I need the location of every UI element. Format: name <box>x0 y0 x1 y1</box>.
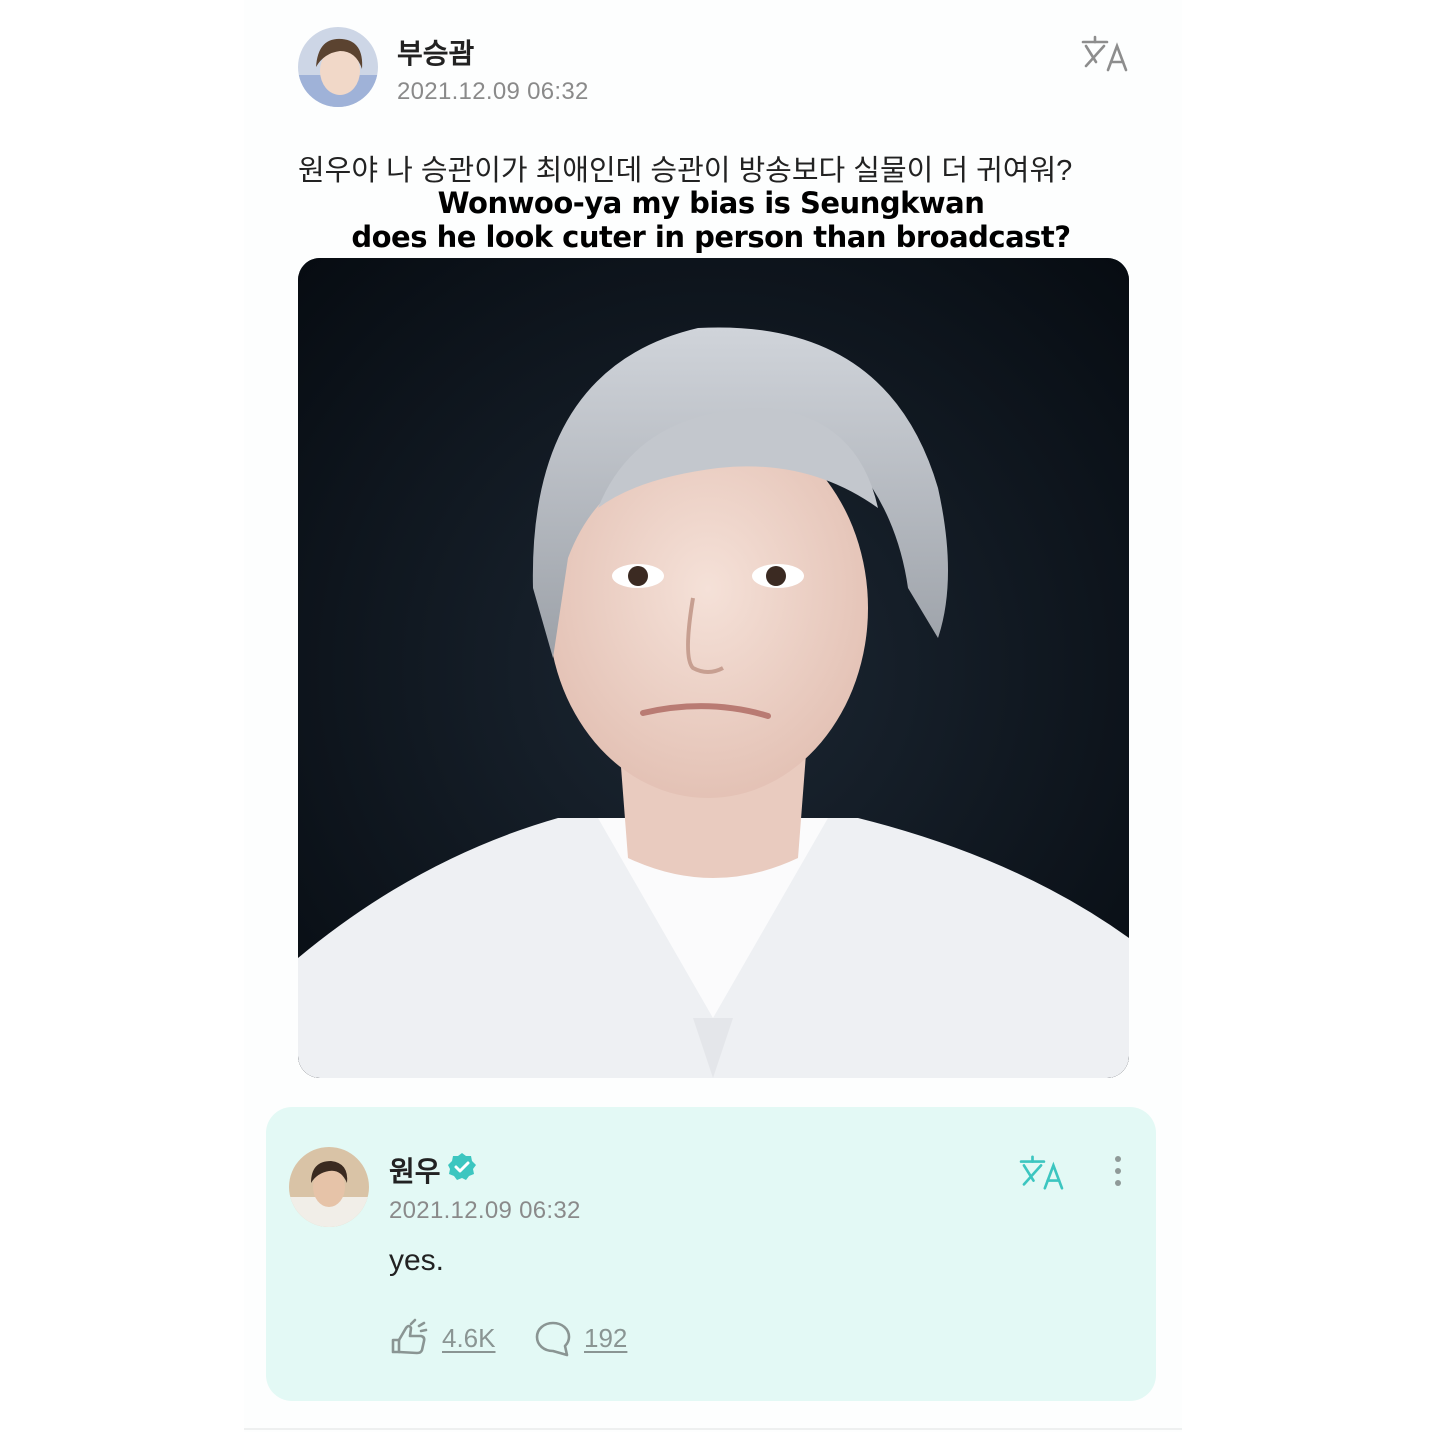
translation-caption: Wonwoo-ya my bias is Seungkwan does he l… <box>300 186 1122 254</box>
reply-text: yes. <box>389 1244 445 1277</box>
comments-count[interactable]: 192 <box>584 1323 627 1354</box>
translate-icon[interactable] <box>1080 34 1130 79</box>
reply-timestamp: 2021.12.09 06:32 <box>389 1197 581 1224</box>
like-icon[interactable] <box>389 1318 431 1363</box>
post-timestamp: 2021.12.09 06:32 <box>397 78 589 105</box>
more-vertical-icon[interactable] <box>1108 1156 1128 1196</box>
author-avatar[interactable] <box>298 27 378 107</box>
reply-translate-icon[interactable] <box>1018 1154 1066 1197</box>
verified-badge-icon <box>447 1152 477 1187</box>
reply-author-name[interactable]: 원우 <box>389 1150 441 1190</box>
post-photo[interactable] <box>298 258 1129 1078</box>
post-body-text: 원우야 나 승관이가 최애인데 승관이 방송보다 실물이 더 귀여워? <box>298 155 1073 187</box>
author-name[interactable]: 부승괌 <box>397 32 474 72</box>
reply-author-avatar[interactable] <box>289 1147 369 1227</box>
divider <box>244 1428 1182 1430</box>
caption-line-1: Wonwoo-ya my bias is Seungkwan <box>437 186 985 220</box>
caption-line-2: does he look cuter in person than broadc… <box>351 220 1071 254</box>
likes-count[interactable]: 4.6K <box>442 1323 496 1354</box>
comment-icon[interactable] <box>534 1320 572 1363</box>
